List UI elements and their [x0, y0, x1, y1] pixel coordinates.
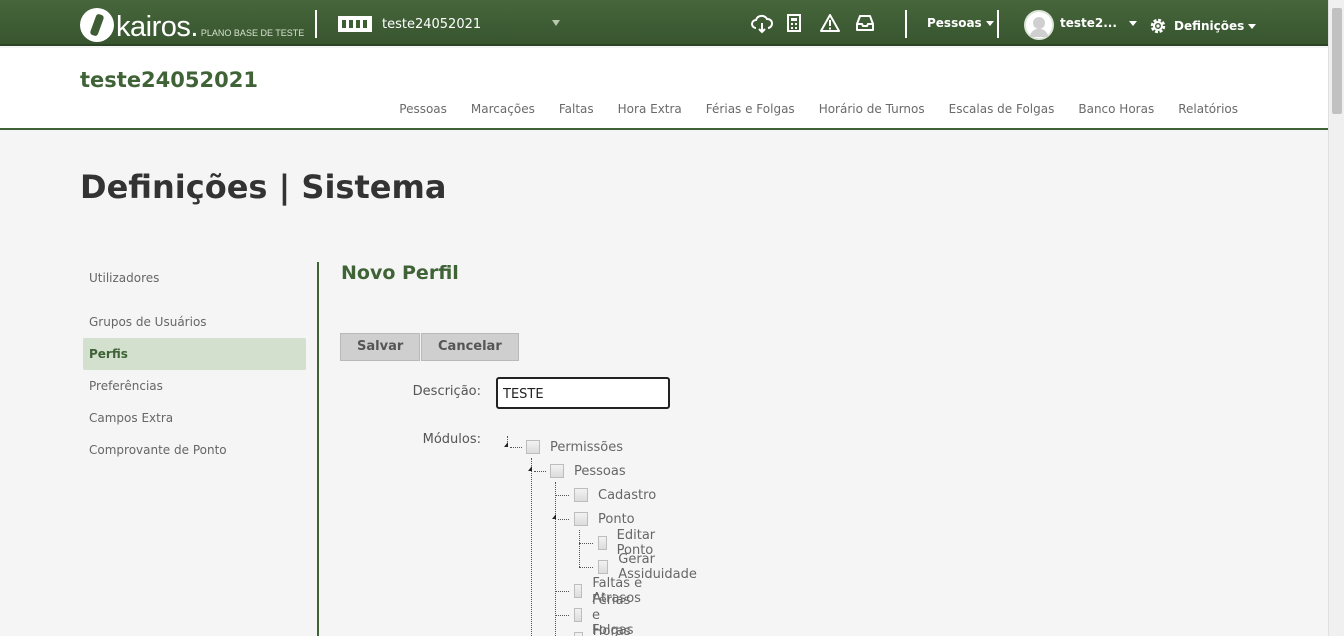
- inbox-icon[interactable]: [854, 14, 876, 34]
- nav-item-pessoas[interactable]: Pessoas: [399, 102, 447, 116]
- company-header: teste24052021 Pessoas Marcações Faltas H…: [0, 48, 1328, 130]
- form-title: Novo Perfil: [341, 262, 459, 284]
- divider: [997, 10, 999, 38]
- tree-node-cadastro[interactable]: Cadastro: [574, 486, 656, 504]
- tree-connector: [579, 567, 593, 568]
- tree-connector: [531, 458, 532, 636]
- divider: [317, 262, 319, 636]
- user-menu[interactable]: teste2...: [1060, 16, 1137, 30]
- nav-item-faltas[interactable]: Faltas: [559, 102, 594, 116]
- settings-menu-label: Definições: [1174, 19, 1245, 33]
- avatar[interactable]: [1024, 10, 1054, 40]
- nav-item-banco-horas[interactable]: Banco Horas: [1078, 102, 1154, 116]
- page-title: Definições | Sistema: [80, 168, 447, 206]
- warning-icon[interactable]: [819, 14, 841, 34]
- gear-icon: [1150, 18, 1166, 34]
- checkbox[interactable]: [598, 536, 607, 550]
- tree-node-ponto[interactable]: Ponto: [574, 510, 635, 528]
- company-selector-label: teste24052021: [382, 16, 482, 32]
- sidebar-item-campos-extra[interactable]: Campos Extra: [83, 402, 306, 434]
- calculator-icon[interactable]: [783, 14, 805, 34]
- tree-node-ferias-folgas[interactable]: Férias e Folgas: [574, 593, 640, 636]
- tree-node-permissoes[interactable]: Permissões: [526, 438, 623, 456]
- sidebar-item-perfis[interactable]: Perfis: [83, 338, 306, 370]
- tree-connector: [555, 615, 569, 616]
- tree-connector: [534, 471, 546, 472]
- chevron-down-icon: [985, 20, 994, 26]
- tree-connector: [555, 591, 569, 592]
- scrollbar-thumb[interactable]: [1332, 8, 1342, 114]
- nav-item-escalas-folgas[interactable]: Escalas de Folgas: [949, 102, 1055, 116]
- tree-node-editar-ponto[interactable]: Editar Ponto: [598, 528, 661, 558]
- checkbox[interactable]: [574, 488, 588, 502]
- page-scrollbar[interactable]: [1328, 0, 1344, 636]
- settings-sidebar: Utilizadores Grupos de Usuários Perfis P…: [83, 262, 306, 466]
- company-building-icon: [338, 16, 372, 32]
- tree-connector: [579, 543, 593, 544]
- checkbox[interactable]: [574, 608, 582, 622]
- checkbox[interactable]: [574, 512, 588, 526]
- tree-node-label: Horas Extra: [592, 624, 631, 636]
- tree-node-label: Cadastro: [598, 487, 657, 503]
- cancel-button[interactable]: Cancelar: [421, 333, 519, 361]
- checkbox[interactable]: [574, 584, 583, 598]
- tree-connector: [510, 447, 522, 448]
- nav-item-horario-turnos[interactable]: Horário de Turnos: [819, 102, 925, 116]
- divider: [905, 10, 907, 38]
- tree-node-gerar-assiduidade[interactable]: Gerar Assiduidade: [598, 552, 701, 582]
- tree-connector: [558, 519, 569, 520]
- settings-menu[interactable]: Definições: [1148, 16, 1257, 36]
- tree-connector: [555, 495, 569, 496]
- description-field[interactable]: TESTE: [496, 377, 670, 409]
- checkbox[interactable]: [550, 464, 564, 478]
- chevron-down-icon[interactable]: [552, 20, 560, 26]
- tree-connector: [579, 530, 580, 567]
- company-selector[interactable]: teste24052021: [338, 16, 481, 32]
- kairos-logo[interactable]: kairos. PLANO BASE DE TESTE: [80, 4, 304, 42]
- nav-item-marcacoes[interactable]: Marcações: [471, 102, 535, 116]
- tree-connector: [555, 482, 556, 636]
- pessoas-menu[interactable]: Pessoas: [927, 16, 994, 30]
- logo-subtitle: PLANO BASE DE TESTE: [200, 28, 305, 38]
- tree-expand-icon[interactable]: [552, 514, 556, 519]
- divider: [315, 10, 317, 38]
- tree-node-label: Permissões: [550, 439, 624, 455]
- cloud-download-icon[interactable]: [751, 14, 774, 34]
- tree-node-label: Pessoas: [574, 463, 626, 479]
- checkbox[interactable]: [574, 632, 583, 636]
- tree-node-horas-extra[interactable]: Horas Extra: [574, 624, 636, 636]
- sidebar-item-utilizadores[interactable]: Utilizadores: [83, 262, 306, 294]
- sidebar-item-preferencias[interactable]: Preferências: [83, 370, 306, 402]
- sidebar-item-comprovante-ponto[interactable]: Comprovante de Ponto: [83, 434, 306, 466]
- checkbox[interactable]: [526, 440, 540, 454]
- user-name: teste2...: [1060, 16, 1117, 30]
- tree-expand-icon[interactable]: [504, 442, 508, 447]
- chevron-down-icon: [1128, 20, 1137, 26]
- chevron-down-icon: [1248, 23, 1257, 29]
- nav-item-hora-extra[interactable]: Hora Extra: [618, 102, 682, 116]
- company-title: teste24052021: [80, 68, 258, 92]
- tree-node-label: Ponto: [598, 511, 635, 527]
- pessoas-menu-label: Pessoas: [927, 16, 982, 30]
- save-button[interactable]: Salvar: [340, 333, 421, 361]
- nav-item-ferias-folgas[interactable]: Férias e Folgas: [706, 102, 795, 116]
- modules-label: Módulos:: [422, 432, 481, 447]
- tree-expand-icon[interactable]: [528, 466, 532, 471]
- checkbox[interactable]: [598, 560, 609, 574]
- sidebar-item-grupos-usuarios[interactable]: Grupos de Usuários: [83, 306, 306, 338]
- top-bar: kairos. PLANO BASE DE TESTE teste2405202…: [0, 0, 1328, 46]
- logo-text: kairos.: [116, 11, 198, 43]
- tree-node-pessoas[interactable]: Pessoas: [550, 462, 626, 480]
- nav-item-relatorios[interactable]: Relatórios: [1178, 102, 1238, 116]
- logo-mark-icon: [80, 8, 114, 42]
- description-label: Descrição:: [412, 384, 481, 399]
- main-nav: Pessoas Marcações Faltas Hora Extra Féri…: [399, 102, 1238, 116]
